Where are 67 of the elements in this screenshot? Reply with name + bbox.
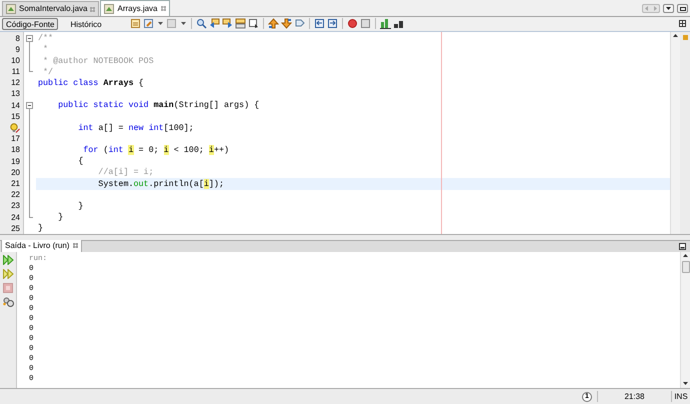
scrollbar[interactable]	[680, 252, 690, 388]
collapse-icon[interactable]	[26, 102, 33, 110]
maximize-button[interactable]	[677, 4, 688, 13]
gears-icon[interactable]	[2, 296, 14, 307]
close-icon[interactable]	[73, 243, 78, 248]
output-tab[interactable]: Saída - Livro (run)	[1, 240, 82, 252]
close-icon[interactable]	[160, 6, 166, 11]
code-line: System.out.println(a[i]);	[97, 178, 224, 190]
search-icon[interactable]	[196, 18, 207, 30]
file-tab[interactable]: SomaIntervalo.java	[2, 1, 100, 16]
code-line: }	[57, 211, 64, 224]
dropdown-button[interactable]	[663, 4, 674, 13]
line-number: 19	[11, 156, 20, 168]
hint-marker[interactable]	[682, 34, 688, 40]
code-line: * @author NOTEBOOK POS	[42, 54, 154, 68]
line-number: 20	[11, 166, 20, 179]
code-line: /**	[38, 32, 54, 45]
chart-icon[interactable]	[380, 18, 391, 30]
minimize-icon[interactable]	[679, 242, 686, 250]
code-line: */	[42, 66, 54, 78]
caret-icon	[666, 7, 671, 10]
code-line: //a[i] = i;	[97, 166, 154, 180]
split-icon[interactable]	[679, 20, 686, 28]
code-line: for (int i = 0; i < 100; i++)	[83, 144, 230, 157]
rerun-icon[interactable]	[2, 268, 14, 279]
line-number: 13	[11, 88, 20, 100]
mode-tab[interactable]: Código-Fonte	[2, 18, 58, 30]
code-line: public static void main(String[] args) {	[57, 99, 260, 112]
caret-position: 21:38	[624, 390, 645, 403]
line-number: 24	[11, 212, 20, 224]
code-line: }	[38, 222, 44, 236]
line-number: 22	[11, 189, 20, 202]
line-number: 9	[16, 44, 20, 56]
indent-icon[interactable]	[314, 18, 325, 30]
record-icon[interactable]	[346, 18, 358, 30]
line-number: 25	[11, 222, 20, 235]
window-icon	[680, 6, 686, 10]
indent-icon[interactable]	[326, 18, 338, 30]
scrollbar[interactable]	[670, 32, 680, 234]
line-number: 11	[12, 66, 20, 78]
scrollbar-thumb[interactable]	[682, 260, 690, 273]
rerun-icon[interactable]	[2, 254, 14, 265]
code-line: {	[77, 155, 84, 168]
chart-icon[interactable]	[392, 18, 404, 30]
lightbulb-icon[interactable]	[10, 123, 20, 134]
line-number: 17	[11, 133, 20, 146]
line-number: 8	[16, 32, 20, 45]
collapse-icon[interactable]	[26, 34, 33, 42]
insert-mode: INS	[674, 390, 688, 403]
output-tab-label: Saída - Livro (run)	[5, 240, 70, 252]
file-tab[interactable]: Arrays.java	[100, 0, 170, 16]
code-line: *	[42, 43, 48, 56]
stop-icon[interactable]	[360, 18, 371, 30]
java-file-icon[interactable]	[6, 4, 16, 14]
line-number: 12	[11, 77, 20, 90]
mode-tab[interactable]: Histórico	[60, 18, 112, 30]
code-line: int a[] = new int[100];	[77, 122, 194, 134]
java-file-icon[interactable]	[104, 4, 114, 14]
line-number: 23	[11, 200, 20, 212]
line-number: 18	[11, 144, 20, 156]
line-number: 14	[11, 100, 20, 112]
line-number: 21	[11, 178, 20, 190]
scroll-down-icon[interactable]	[683, 382, 688, 386]
line-number: 15	[11, 110, 20, 123]
code-line: }	[77, 200, 84, 213]
line-number: 10	[11, 54, 20, 67]
code-line: public class Arrays {	[38, 76, 144, 90]
